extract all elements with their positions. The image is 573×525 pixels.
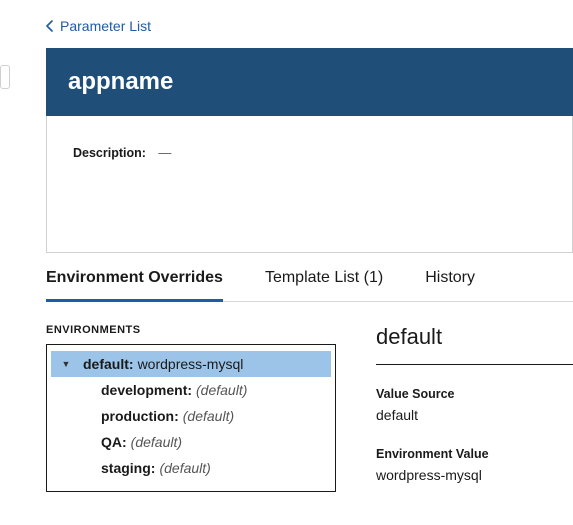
- back-link-text: Parameter List: [60, 18, 151, 34]
- tab-environment-overrides[interactable]: Environment Overrides: [46, 255, 223, 302]
- parameter-header: appname: [46, 48, 573, 116]
- value-source-label: Value Source: [376, 387, 573, 401]
- env-value: (default): [159, 460, 210, 476]
- environment-value-label: Environment Value: [376, 447, 573, 461]
- environment-detail-panel: default Value Source default Environment…: [376, 324, 573, 507]
- caret-down-icon[interactable]: ▼: [59, 359, 73, 369]
- environments-heading: ENVIRONMENTS: [46, 324, 336, 336]
- chevron-left-icon: [46, 20, 54, 32]
- env-label: development:: [101, 382, 192, 398]
- edge-handle: [0, 65, 10, 89]
- env-label: production:: [101, 408, 179, 424]
- env-value: wordpress-mysql: [138, 356, 244, 372]
- value-source-value: default: [376, 407, 573, 423]
- detail-title: default: [376, 324, 573, 350]
- parameter-title: appname: [68, 68, 551, 96]
- tab-history[interactable]: History: [425, 255, 475, 301]
- env-tree-item-staging[interactable]: staging: (default): [55, 455, 327, 481]
- env-value: (default): [131, 434, 182, 450]
- env-tree-item-production[interactable]: production: (default): [55, 403, 327, 429]
- env-tree-root[interactable]: ▼ default: wordpress-mysql: [51, 351, 331, 377]
- description-label: Description:: [73, 146, 146, 160]
- environments-tree: ▼ default: wordpress-mysql development: …: [46, 344, 336, 492]
- tab-template-list[interactable]: Template List (1): [265, 255, 383, 301]
- env-tree-item-development[interactable]: development: (default): [55, 377, 327, 403]
- env-label: QA:: [101, 434, 127, 450]
- tab-bar: Environment Overrides Template List (1) …: [46, 255, 573, 302]
- description-section: Description: —: [46, 116, 573, 253]
- env-tree-item-qa[interactable]: QA: (default): [55, 429, 327, 455]
- detail-divider: [376, 364, 573, 365]
- back-to-parameter-list-link[interactable]: Parameter List: [46, 0, 573, 48]
- env-value: (default): [183, 408, 234, 424]
- env-label: default:: [83, 356, 134, 372]
- environment-value-value: wordpress-mysql: [376, 467, 573, 483]
- env-value: (default): [196, 382, 247, 398]
- description-value: —: [158, 145, 171, 160]
- env-label: staging:: [101, 460, 155, 476]
